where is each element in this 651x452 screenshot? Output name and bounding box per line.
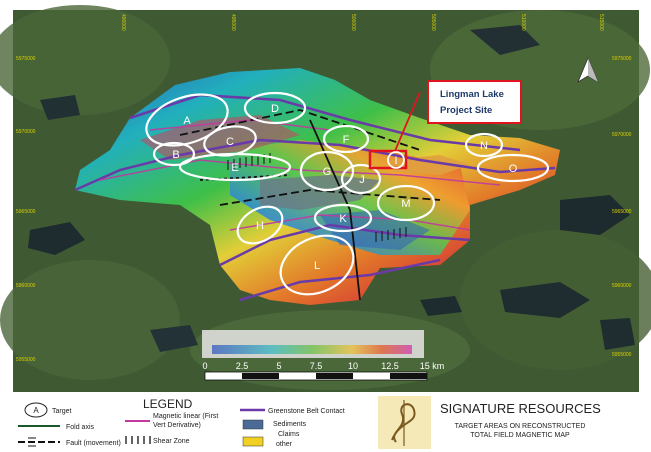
scale-label-3: 7.5 — [310, 361, 323, 371]
target-label-n: N — [480, 140, 488, 152]
legend-mag-linear-2: Vert Derivative) — [153, 422, 201, 429]
target-label-d: D — [271, 103, 279, 115]
signature-resources-logo — [378, 396, 431, 449]
left-tick-2: 5970000 — [16, 129, 36, 135]
legend-shear-zone: Shear Zone — [153, 438, 190, 445]
right-tick-5: 5955000 — [612, 352, 632, 358]
map-figure: 490000 495000 500000 505000 510000 51500… — [0, 5, 651, 452]
legend-claims: Claims — [278, 431, 300, 438]
legend-target: Target — [52, 408, 72, 415]
scale-label-1: 2.5 — [236, 361, 249, 371]
company-subtitle-2: TOTAL FIELD MAGNETIC MAP — [470, 432, 570, 439]
target-label-i: I — [394, 155, 397, 167]
callout-line-1: Lingman Lake — [440, 89, 504, 100]
legend-fold-axis: Fold axis — [66, 424, 95, 431]
scale-label-5: 12.5 — [381, 361, 399, 371]
scale-label-2: 5 — [276, 361, 281, 371]
project-site-callout: Lingman Lake Project Site — [427, 80, 522, 124]
top-tick-6: 515000 — [598, 14, 604, 31]
svg-text:A: A — [33, 406, 39, 415]
target-label-k: K — [339, 213, 347, 225]
target-label-o: O — [509, 163, 518, 175]
legend-other: other — [276, 441, 293, 448]
left-tick-4: 5960000 — [16, 283, 36, 289]
target-label-b: B — [172, 149, 179, 161]
target-label-l: L — [314, 260, 320, 272]
left-tick-5: 5955000 — [16, 357, 36, 363]
company-subtitle-1: TARGET AREAS ON RECONSTRUCTED — [455, 423, 586, 430]
scale-label-6: 15 km — [420, 361, 445, 371]
legend-sediments: Sediments — [273, 421, 307, 428]
callout-line-2: Project Site — [440, 105, 492, 116]
legend-fault: Fault (movement) — [66, 440, 121, 447]
top-tick-5: 510000 — [520, 14, 526, 31]
legend-greenstone: Greenstone Belt Contact — [268, 408, 345, 415]
claims-swatch — [242, 436, 264, 447]
right-tick-1: 5975000 — [612, 56, 632, 62]
target-label-g: G — [323, 166, 332, 178]
scale-label-0: 0 — [202, 361, 207, 371]
target-label-h: H — [256, 220, 264, 232]
top-tick-4: 505000 — [430, 14, 436, 31]
legend-mag-linear-1: Magnetic linear (First — [153, 413, 218, 420]
target-label-c: C — [226, 136, 234, 148]
target-label-j: J — [359, 174, 365, 186]
top-tick-3: 500000 — [350, 14, 356, 31]
sediments-swatch — [242, 419, 264, 430]
left-tick-3: 5965000 — [16, 209, 36, 215]
top-tick-2: 495000 — [230, 14, 236, 31]
scale-bar: 0 2.5 5 7.5 10 12.5 15 km — [202, 330, 445, 381]
legend: LEGEND A Target Fold axis Fault (movemen… — [0, 392, 651, 452]
scale-label-4: 10 — [348, 361, 358, 371]
legend-heading: LEGEND — [143, 397, 193, 411]
top-tick-1: 490000 — [120, 14, 126, 31]
right-tick-3: 5965000 — [612, 209, 632, 215]
company-name: SIGNATURE RESOURCES — [440, 401, 601, 416]
target-label-a: A — [183, 115, 191, 127]
left-tick-1: 5975000 — [16, 56, 36, 62]
right-tick-2: 5970000 — [612, 132, 632, 138]
target-label-f: F — [343, 134, 350, 146]
target-label-m: M — [401, 198, 410, 210]
right-tick-4: 5960000 — [612, 283, 632, 289]
target-label-e: E — [231, 162, 238, 174]
